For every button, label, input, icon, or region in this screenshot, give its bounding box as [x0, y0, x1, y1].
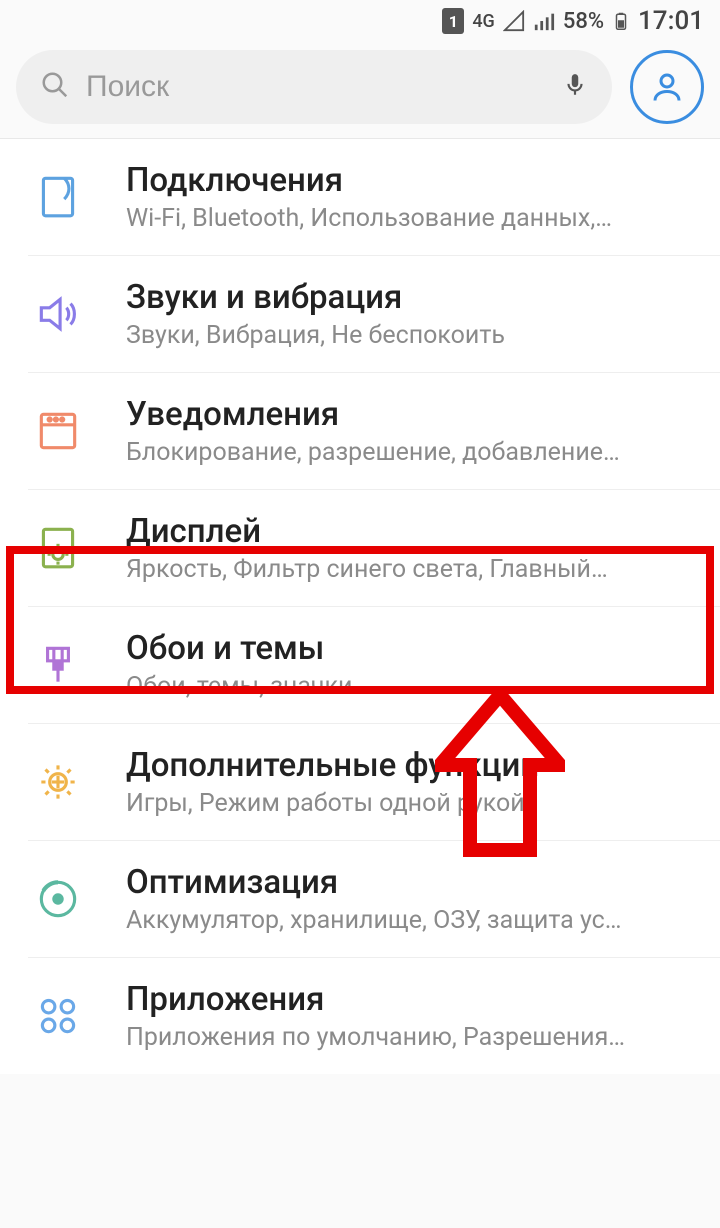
settings-item-wallpaper[interactable]: Обои и темы Обои, темы, значки: [28, 607, 720, 724]
notifications-icon: [28, 401, 88, 461]
search-icon: [40, 70, 70, 104]
account-button[interactable]: [630, 50, 704, 124]
settings-item-sounds[interactable]: Звуки и вибрация Звуки, Вибрация, Не бес…: [28, 256, 720, 373]
item-subtitle: Блокирование, разрешение, добавление…: [126, 438, 700, 467]
battery-icon: [612, 8, 630, 34]
settings-item-advanced[interactable]: Дополнительные функции Игры, Режим работ…: [28, 724, 720, 841]
settings-item-display[interactable]: Дисплей Яркость, Фильтр синего света, Гл…: [28, 490, 720, 607]
display-icon: [28, 518, 88, 578]
search-input[interactable]: [86, 70, 546, 104]
signal-tri-icon: [503, 10, 525, 32]
sim-icon: 1: [442, 8, 464, 34]
item-subtitle: Игры, Режим работы одной рукой: [126, 789, 700, 818]
settings-item-apps[interactable]: Приложения Приложения по умолчанию, Разр…: [28, 958, 720, 1074]
item-title: Подключения: [126, 161, 700, 200]
settings-item-optimization[interactable]: Оптимизация Аккумулятор, хранилище, ОЗУ,…: [28, 841, 720, 958]
item-subtitle: Обои, темы, значки: [126, 672, 700, 701]
optimization-icon: [28, 869, 88, 929]
item-title: Оптимизация: [126, 863, 700, 902]
battery-percent: 58%: [563, 9, 604, 34]
network-type: 4G: [472, 11, 495, 32]
item-subtitle: Аккумулятор, хранилище, ОЗУ, защита ус…: [126, 906, 700, 935]
status-bar: 1 4G 58% 17:01: [0, 0, 720, 42]
item-title: Дисплей: [126, 512, 700, 551]
item-subtitle: Wi-Fi, Bluetooth, Использование данных,…: [126, 204, 700, 233]
item-title: Звуки и вибрация: [126, 278, 700, 317]
search-box[interactable]: [16, 50, 612, 124]
clock: 17:01: [638, 6, 704, 36]
settings-item-notifications[interactable]: Уведомления Блокирование, разрешение, до…: [28, 373, 720, 490]
item-title: Дополнительные функции: [126, 746, 700, 785]
apps-icon: [28, 986, 88, 1046]
connections-icon: [28, 167, 88, 227]
advanced-icon: [28, 752, 88, 812]
item-subtitle: Приложения по умолчанию, Разрешения…: [126, 1023, 700, 1052]
mic-icon[interactable]: [562, 67, 588, 107]
item-title: Уведомления: [126, 395, 700, 434]
sounds-icon: [28, 284, 88, 344]
settings-item-connections[interactable]: Подключения Wi-Fi, Bluetooth, Использова…: [28, 139, 720, 256]
search-row: [0, 42, 720, 139]
item-subtitle: Яркость, Фильтр синего света, Главный…: [126, 555, 700, 584]
settings-list: Подключения Wi-Fi, Bluetooth, Использова…: [0, 139, 720, 1074]
item-subtitle: Звуки, Вибрация, Не беспокоить: [126, 321, 700, 350]
item-title: Обои и темы: [126, 629, 700, 668]
wallpaper-icon: [28, 635, 88, 695]
signal-bars-icon: [533, 10, 555, 32]
item-title: Приложения: [126, 980, 700, 1019]
